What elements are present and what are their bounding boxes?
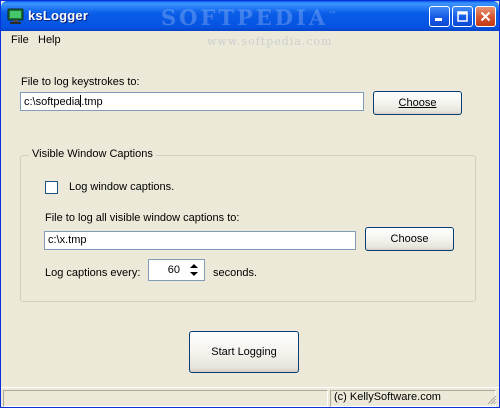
monitor-app-icon	[7, 8, 24, 24]
minimize-icon	[435, 18, 442, 21]
menu-help[interactable]: Help	[38, 34, 61, 46]
close-icon	[480, 11, 491, 22]
captions-interval-label: Log captions every:	[45, 267, 141, 279]
keystroke-choose-button[interactable]: Choose	[373, 91, 462, 115]
seconds-label: seconds.	[213, 267, 258, 279]
keystroke-file-label: File to log keystrokes to:	[21, 76, 140, 88]
app-window: ksLogger SOFTPEDIA™ File Help www.softpe…	[0, 0, 500, 408]
maximize-icon	[457, 11, 468, 22]
window-title: ksLogger	[28, 8, 89, 23]
title-bar[interactable]: ksLogger SOFTPEDIA™	[1, 1, 499, 31]
resize-grip-icon[interactable]	[485, 393, 497, 405]
spinner-arrows-icon[interactable]	[186, 261, 202, 279]
menu-file[interactable]: File	[11, 34, 29, 46]
status-copyright: (c) KellySoftware.com	[334, 391, 441, 403]
captions-file-input[interactable]: c:\x.tmp	[44, 231, 356, 250]
close-button[interactable]	[475, 6, 496, 27]
captions-interval-spinner[interactable]: 60	[148, 259, 205, 281]
maximize-button[interactable]	[452, 6, 473, 27]
watermark-logo: SOFTPEDIA™	[161, 5, 340, 30]
captions-file-label: File to log all visible window captions …	[45, 212, 240, 224]
status-pane-left	[3, 390, 328, 407]
start-logging-button[interactable]: Start Logging	[189, 331, 299, 373]
captions-interval-value[interactable]: 60	[168, 264, 180, 276]
log-captions-label[interactable]: Log window captions.	[69, 181, 174, 193]
minimize-button[interactable]	[429, 6, 450, 27]
watermark-url: www.softpedia.com	[207, 35, 333, 48]
log-captions-checkbox[interactable]	[45, 181, 58, 194]
captions-group-title: Visible Window Captions	[29, 148, 156, 160]
keystroke-file-input[interactable]: c:\softpedia.tmp	[20, 92, 364, 111]
captions-choose-button[interactable]: Choose	[365, 227, 454, 251]
